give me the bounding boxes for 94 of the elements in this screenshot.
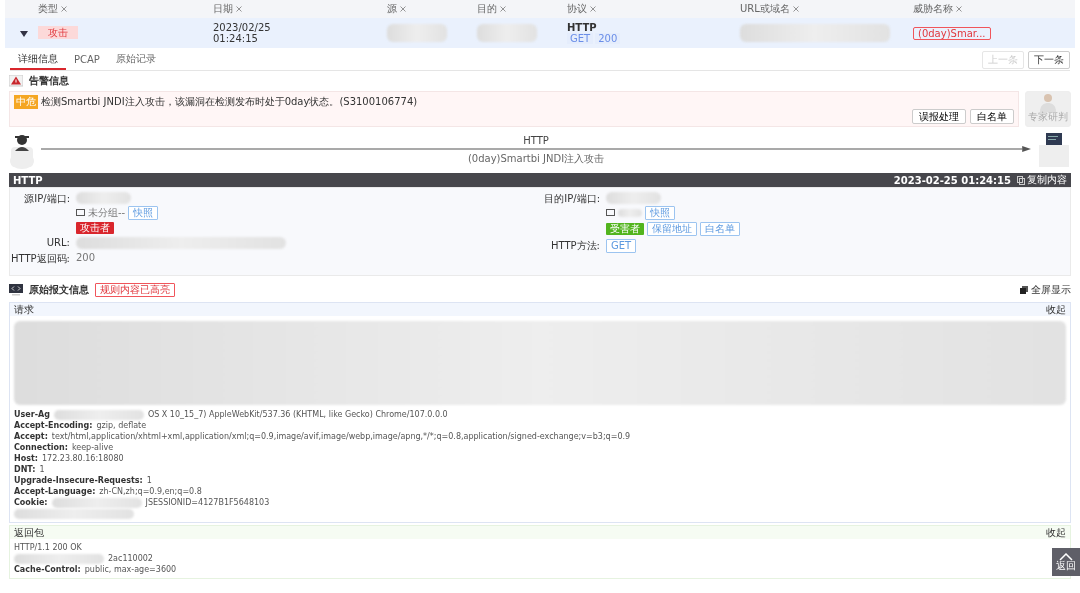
date-text: 01:24:15 bbox=[213, 33, 259, 44]
flow-protocol: HTTP bbox=[523, 134, 549, 146]
close-icon[interactable] bbox=[236, 6, 243, 12]
role-tag: 受害者 bbox=[606, 223, 644, 235]
column-header[interactable]: 源 bbox=[387, 3, 397, 14]
blurred-region bbox=[76, 192, 131, 204]
blurred-region bbox=[477, 24, 537, 42]
field-label: HTTP方法: bbox=[550, 239, 600, 253]
snapshot-tag[interactable]: 快照 bbox=[645, 206, 675, 220]
warning-icon bbox=[9, 74, 23, 88]
column-header[interactable]: 类型 bbox=[38, 3, 58, 14]
type-tag: 攻击 bbox=[38, 26, 78, 39]
tab[interactable]: 原始记录 bbox=[107, 50, 164, 70]
header-name: Cookie: bbox=[14, 497, 48, 508]
section-title: 告警信息 bbox=[29, 74, 69, 88]
close-icon[interactable] bbox=[590, 6, 597, 12]
header-name: Cache-Control: bbox=[14, 564, 81, 575]
field-label: URL: bbox=[45, 237, 70, 249]
person-icon bbox=[1039, 92, 1057, 112]
collapse-link[interactable]: 收起 bbox=[1046, 526, 1066, 539]
fullscreen-icon[interactable] bbox=[1020, 286, 1028, 294]
status-tag: 200 bbox=[595, 33, 621, 44]
panel-title: 请求 bbox=[14, 303, 34, 316]
blurred-region bbox=[387, 24, 447, 42]
alert-action-button[interactable]: 误报处理 bbox=[912, 109, 966, 124]
column-header[interactable]: 威胁名称 bbox=[913, 3, 953, 14]
server-drawing bbox=[1037, 131, 1071, 169]
header-value: 1 bbox=[146, 475, 152, 486]
header-name: Host: bbox=[14, 453, 38, 464]
panel-title: HTTP bbox=[13, 174, 43, 186]
tab[interactable]: 详细信息 bbox=[10, 50, 66, 70]
header-value: gzip, deflate bbox=[96, 420, 147, 431]
protocol-text: HTTP bbox=[567, 22, 598, 33]
field-label: 目的IP/端口: bbox=[543, 192, 600, 206]
date-text: 2023/02/25 bbox=[213, 22, 272, 33]
header-value: 1 bbox=[39, 464, 45, 475]
field-label: HTTP返回码: bbox=[10, 252, 70, 266]
copy-link[interactable]: 复制内容 bbox=[1027, 173, 1067, 187]
section-title: 原始报文信息 bbox=[29, 283, 89, 297]
expand-caret-icon[interactable] bbox=[20, 30, 28, 37]
event-time: 2023-02-25 01:24:15 bbox=[893, 174, 1011, 186]
role-tag: 攻击者 bbox=[76, 222, 114, 234]
header-value: JSESSIONID=4127B1F5648103 bbox=[145, 497, 270, 508]
close-icon[interactable] bbox=[61, 6, 68, 12]
alert-message: 检测Smartbi JNDI注入攻击，该漏洞在检测发布时处于0day状态。(S3100106774) bbox=[41, 95, 418, 109]
header-value: HTTP/1.1 200 OK bbox=[14, 542, 82, 553]
column-header[interactable]: 目的 bbox=[477, 3, 497, 14]
column-header[interactable]: 日期 bbox=[213, 3, 233, 14]
column-header[interactable]: URL或域名 bbox=[740, 3, 790, 14]
flow-attack-name: (0day)Smartbi JNDI注入攻击 bbox=[467, 151, 605, 166]
tab[interactable]: PCAP bbox=[66, 50, 108, 70]
header-name: Accept-Language: bbox=[14, 486, 96, 497]
highlight-badge: 规则内容已高亮 bbox=[95, 283, 175, 297]
header-value: 2ac110002 bbox=[108, 553, 153, 564]
header-value: keep-alive bbox=[71, 442, 114, 453]
fullscreen-link[interactable]: 全屏显示 bbox=[1031, 283, 1071, 297]
header-value: text/html,application/xhtml+xml,application/xml;q=0.9,image/avif,image/webp,image/apng,*/*;q=0.8,application/signed-exchange;v=b3;q=0.9 bbox=[51, 431, 631, 442]
header-name: DNT: bbox=[14, 464, 36, 475]
header-name: Upgrade-Insecure-Requests: bbox=[14, 475, 143, 486]
collapse-link[interactable]: 收起 bbox=[1046, 303, 1066, 316]
header-name: Connection: bbox=[14, 442, 68, 453]
copy-icon[interactable] bbox=[1017, 175, 1025, 185]
chevron-up-icon bbox=[1059, 553, 1073, 561]
back-to-top-button[interactable]: 返回 bbox=[1052, 548, 1080, 576]
blurred-region bbox=[618, 209, 642, 217]
nav-button[interactable]: 下一条 bbox=[1028, 51, 1070, 69]
role-tag: 保留地址 bbox=[647, 222, 697, 236]
snapshot-tag[interactable]: 快照 bbox=[128, 206, 159, 220]
close-icon[interactable] bbox=[500, 6, 507, 12]
header-value: public, max-age=3600 bbox=[84, 564, 177, 575]
header-name: User-Ag bbox=[14, 409, 50, 420]
column-header[interactable]: 协议 bbox=[567, 3, 587, 14]
header-value: zh-CN,zh;q=0.9,en;q=0.8 bbox=[99, 486, 202, 497]
role-tag: 白名单 bbox=[700, 222, 740, 236]
panel-title: 返回包 bbox=[14, 526, 44, 539]
group-text: 未分组-- bbox=[88, 206, 126, 220]
close-icon[interactable] bbox=[793, 6, 800, 12]
method-tag: GET bbox=[606, 239, 637, 253]
method-tag: GET bbox=[567, 33, 594, 44]
severity-badge: 中危 bbox=[14, 95, 38, 109]
header-name: Accept: bbox=[14, 431, 48, 442]
monitor-icon bbox=[76, 209, 85, 217]
field-label: 源IP/端口: bbox=[23, 192, 70, 206]
alert-action-button[interactable]: 白名单 bbox=[970, 109, 1014, 124]
header-value: OS X 10_15_7) AppleWebKit/537.36 (KHTML, like Gecko) Chrome/107.0.0.0 bbox=[147, 409, 448, 420]
header-value: 172.23.80.16:18080 bbox=[42, 453, 124, 464]
close-icon[interactable] bbox=[956, 6, 963, 12]
field-value: 200 bbox=[76, 252, 96, 263]
close-icon[interactable] bbox=[400, 6, 407, 12]
threat-tag: (0day)Smar... bbox=[913, 26, 991, 40]
monitor-icon bbox=[606, 209, 615, 217]
code-icon bbox=[9, 284, 23, 296]
header-name: Accept-Encoding: bbox=[14, 420, 93, 431]
blurred-region bbox=[606, 192, 661, 204]
